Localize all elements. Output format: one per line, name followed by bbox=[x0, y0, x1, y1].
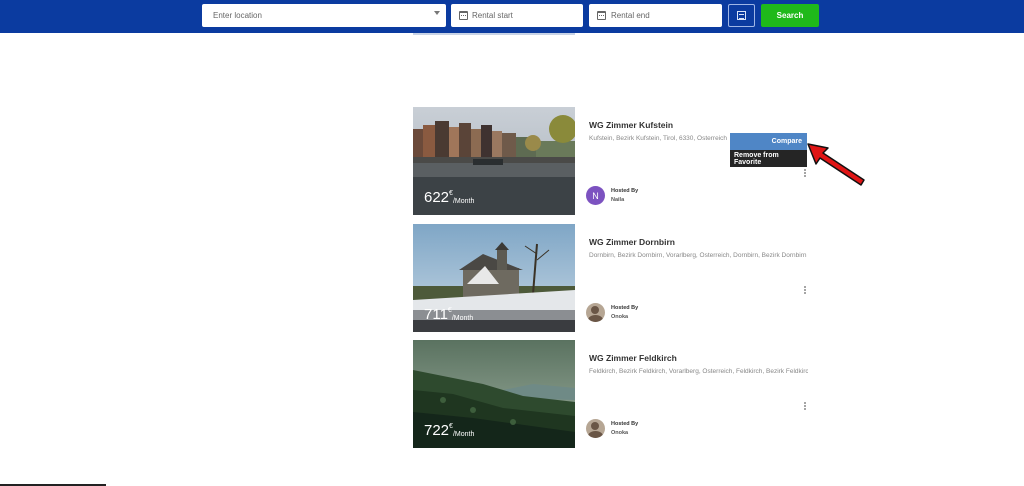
rental-end-field[interactable]: Rental end bbox=[589, 4, 722, 27]
previous-card-edge bbox=[413, 33, 575, 35]
currency-symbol: € bbox=[449, 190, 453, 197]
listing-photo[interactable]: 711 €/Month bbox=[413, 224, 575, 332]
location-select[interactable]: Enter location bbox=[202, 4, 446, 27]
listing-price: 711 €/Month bbox=[424, 306, 473, 323]
host-avatar: N bbox=[586, 186, 605, 205]
listing-photo[interactable]: 622 €/Month bbox=[413, 107, 575, 215]
compare-menu-item[interactable]: Compare bbox=[730, 133, 807, 150]
listing-title[interactable]: WG Zimmer Dornbirn bbox=[589, 237, 675, 247]
price-period: /Month bbox=[451, 315, 474, 322]
hosted-by-label: Hosted By bbox=[611, 305, 639, 311]
more-options-icon[interactable] bbox=[804, 286, 806, 295]
price-value: 722 bbox=[424, 422, 450, 439]
host-avatar bbox=[586, 419, 605, 438]
calendar-icon bbox=[597, 11, 606, 20]
price-value: 711 bbox=[424, 306, 448, 323]
host-avatar bbox=[586, 303, 605, 322]
host-name: Naila bbox=[611, 197, 625, 203]
price-value: 622 bbox=[424, 189, 450, 206]
listing-card[interactable]: 711 €/Month WG Zimmer Dornbirn Dornbirn, … bbox=[413, 224, 808, 332]
location-placeholder: Enter location bbox=[213, 11, 262, 20]
hosted-by-label: Hosted By bbox=[611, 421, 639, 427]
host-info: Hosted By Onoka bbox=[611, 420, 638, 438]
host-info: Hosted By Naila bbox=[611, 187, 638, 205]
listing-address: Dornbirn, Bezirk Dornbirn, Vorarlberg, Ö… bbox=[589, 252, 807, 259]
search-button[interactable]: Search bbox=[761, 4, 819, 27]
top-search-bar: Enter location Rental start Rental end S… bbox=[0, 0, 1024, 33]
rental-end-placeholder: Rental end bbox=[611, 11, 650, 20]
host-info: Hosted By Onoka bbox=[611, 304, 638, 322]
listing-card[interactable]: 722 €/Month WG Zimmer Feldkirch Feldkirch… bbox=[413, 340, 808, 448]
rental-start-placeholder: Rental start bbox=[472, 11, 513, 20]
rental-start-field[interactable]: Rental start bbox=[451, 4, 583, 27]
price-period: /Month bbox=[452, 431, 475, 438]
annotation-arrow-icon bbox=[807, 143, 865, 186]
filter-button[interactable] bbox=[728, 4, 755, 27]
host-name: Onoka bbox=[611, 430, 629, 436]
listing-price: 622 €/Month bbox=[424, 189, 474, 206]
remove-from-favorite-menu-item[interactable]: Remove from Favorite bbox=[730, 150, 807, 167]
calendar-icon bbox=[459, 11, 468, 20]
host-name: Onoka bbox=[611, 314, 629, 320]
price-period: /Month bbox=[452, 198, 475, 205]
listing-price: 722 €/Month bbox=[424, 422, 474, 439]
listing-address: Feldkirch, Bezirk Feldkirch, Vorarlberg,… bbox=[589, 368, 808, 375]
filter-icon bbox=[737, 11, 746, 20]
listing-title[interactable]: WG Zimmer Feldkirch bbox=[589, 353, 677, 363]
chevron-down-icon bbox=[434, 11, 440, 15]
currency-symbol: € bbox=[447, 307, 452, 314]
listing-title[interactable]: WG Zimmer Kufstein bbox=[589, 120, 673, 130]
listing-context-menu: Compare Remove from Favorite bbox=[730, 133, 807, 167]
currency-symbol: € bbox=[449, 423, 453, 430]
hosted-by-label: Hosted By bbox=[611, 188, 639, 194]
listing-photo[interactable]: 722 €/Month bbox=[413, 340, 575, 448]
more-options-icon[interactable] bbox=[804, 402, 806, 411]
